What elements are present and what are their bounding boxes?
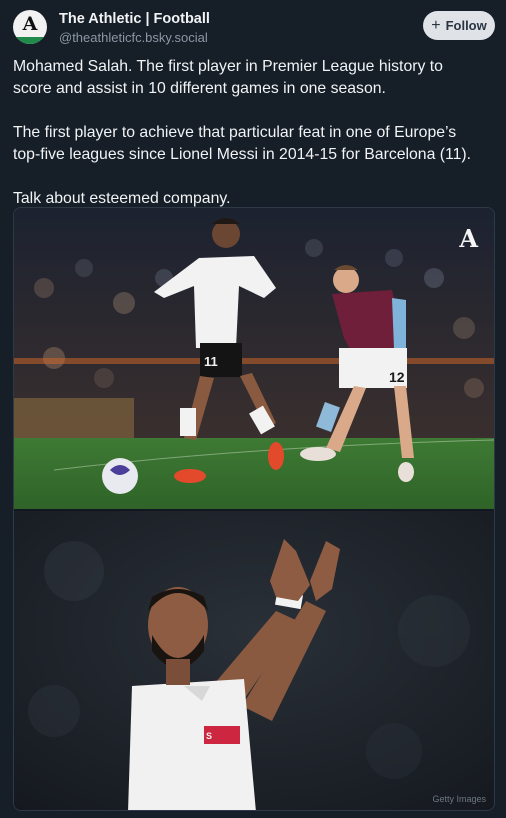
svg-text:S: S: [206, 731, 212, 741]
post-line: top-five leagues since Lionel Messi in 2…: [13, 146, 472, 163]
shirt-number-11: 11: [204, 354, 218, 369]
the-athletic-logo-icon: A: [22, 13, 38, 35]
post-line: The first player to achieve that particu…: [13, 124, 457, 141]
post-line: score and assist in 10 different games i…: [13, 80, 386, 97]
follow-button-label: Follow: [445, 18, 487, 33]
post-paragraph-2b: top-five leagues since Lionel Messi in 2…: [13, 144, 497, 166]
shirt-number-12: 12: [389, 369, 405, 385]
author-avatar[interactable]: A: [13, 10, 47, 44]
post-line: Talk about esteemed company.: [13, 190, 231, 207]
photo-salah-applauding[interactable]: S Getty Images: [14, 511, 494, 810]
post-paragraph-1b: score and assist in 10 different games i…: [13, 78, 497, 100]
post-header: A The Athletic | Football @theathleticfc…: [0, 0, 506, 52]
the-athletic-watermark-icon: A: [459, 224, 478, 253]
photo2-illustration: S: [14, 511, 494, 810]
author-handle[interactable]: @theathleticfc.bsky.social: [59, 30, 208, 45]
plus-icon: +: [431, 16, 441, 34]
photo-salah-dribbling[interactable]: 11 12 A: [14, 208, 494, 509]
follow-button[interactable]: + Follow: [423, 11, 495, 40]
post-line: Mohamed Salah. The first player in Premi…: [13, 58, 443, 75]
avatar-band: [13, 37, 47, 44]
post-paragraph-2: The first player to achieve that particu…: [13, 122, 497, 144]
author-display-name[interactable]: The Athletic | Football: [59, 11, 210, 27]
post-media[interactable]: 11 12 A S Getty Images: [13, 207, 495, 811]
post-paragraph-1: Mohamed Salah. The first player in Premi…: [13, 56, 497, 78]
photo1-illustration: 11 12: [14, 208, 494, 509]
photo-credit: Getty Images: [432, 794, 486, 804]
post-text: Mohamed Salah. The first player in Premi…: [13, 56, 497, 232]
